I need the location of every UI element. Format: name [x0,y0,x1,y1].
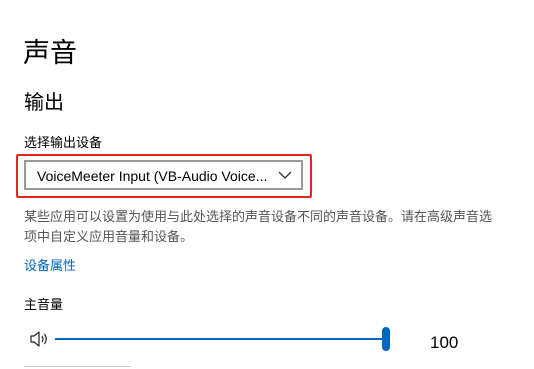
slider-fill [55,338,386,340]
section-divider [24,366,131,367]
master-volume-label: 主音量 [24,298,64,313]
page-title: 声音 [23,38,77,69]
slider-thumb[interactable] [382,327,390,351]
output-device-selected-value: VoiceMeeter Input (VB-Audio Voice... [37,168,268,184]
master-volume-value: 100 [430,333,459,352]
output-help-text: 某些应用可以设置为使用与此处选择的声音设备不同的声音设备。请在高级声音选项中自定… [24,210,493,245]
chevron-down-icon [278,171,292,179]
output-device-label: 选择输出设备 [24,136,103,151]
master-volume-slider[interactable] [55,326,390,352]
device-properties-link[interactable]: 设备属性 [24,258,76,276]
speaker-icon[interactable] [29,330,49,348]
output-device-dropdown[interactable]: VoiceMeeter Input (VB-Audio Voice... [24,160,303,190]
output-section-title: 输出 [24,90,64,114]
